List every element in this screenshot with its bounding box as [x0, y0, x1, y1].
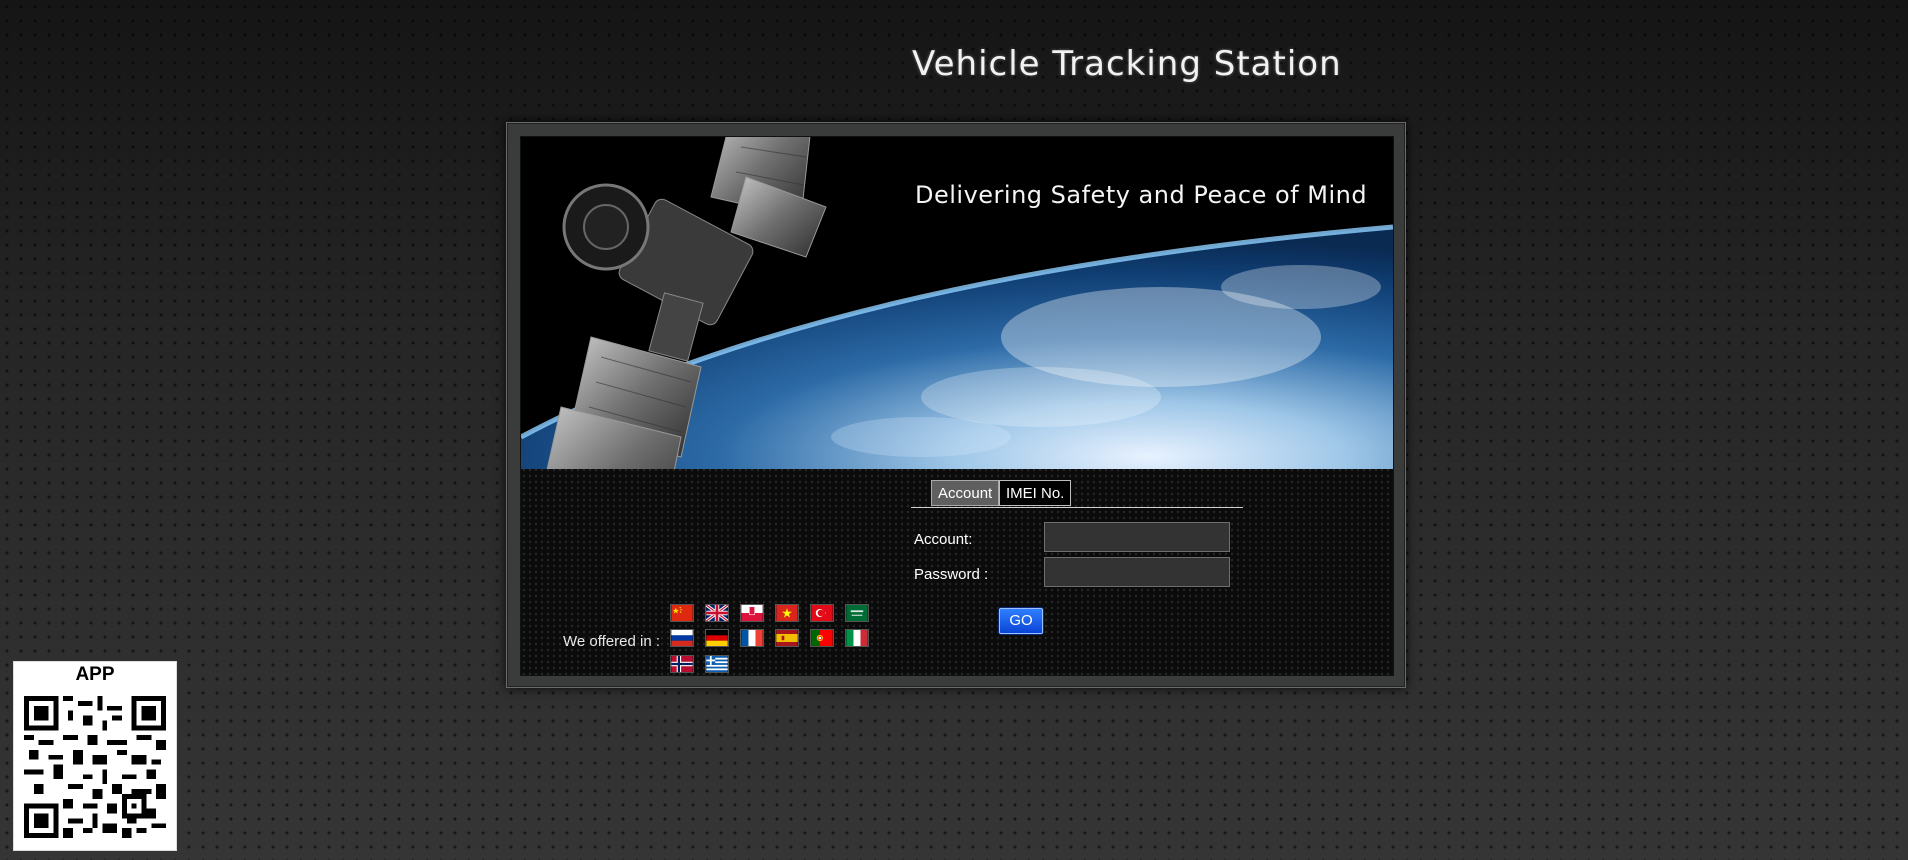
password-label: Password :	[914, 566, 989, 583]
account-label: Account:	[914, 531, 973, 548]
account-input[interactable]	[1044, 522, 1230, 552]
flag-china-icon[interactable]	[670, 604, 694, 622]
flag-france-icon[interactable]	[740, 629, 764, 647]
flag-turkey-icon[interactable]	[810, 604, 834, 622]
go-button[interactable]: GO	[999, 608, 1043, 634]
flag-germany-icon[interactable]	[705, 629, 729, 647]
app-label: APP	[75, 664, 115, 685]
site-title: Vehicle Tracking Station	[912, 44, 1342, 84]
qr-code-icon	[24, 696, 166, 838]
flag-russia-icon[interactable]	[670, 629, 694, 647]
password-input[interactable]	[1044, 557, 1230, 587]
flag-norway-icon[interactable]	[670, 655, 694, 673]
languages-label: We offered in :	[563, 633, 661, 650]
banner-slogan: Delivering Safety and Peace of Mind	[915, 181, 1368, 209]
flag-saudi-arabia-icon[interactable]	[845, 604, 869, 622]
login-panel-inner: Delivering Safety and Peace of Mind Acco…	[520, 136, 1394, 676]
flag-italy-icon[interactable]	[845, 629, 869, 647]
flag-vietnam-icon[interactable]	[775, 604, 799, 622]
tab-account[interactable]: Account	[931, 480, 999, 506]
flag-greece-icon[interactable]	[705, 655, 729, 673]
app-qr-panel[interactable]: APP	[13, 661, 177, 851]
flag-spain-icon[interactable]	[775, 629, 799, 647]
login-panel: Delivering Safety and Peace of Mind Acco…	[506, 122, 1406, 688]
flag-united-kingdom-icon[interactable]	[705, 604, 729, 622]
login-tabs: Account IMEI No.	[911, 475, 1243, 508]
flag-portugal-icon[interactable]	[810, 629, 834, 647]
tab-imei[interactable]: IMEI No.	[999, 480, 1071, 506]
flag-poland-icon[interactable]	[740, 604, 764, 622]
